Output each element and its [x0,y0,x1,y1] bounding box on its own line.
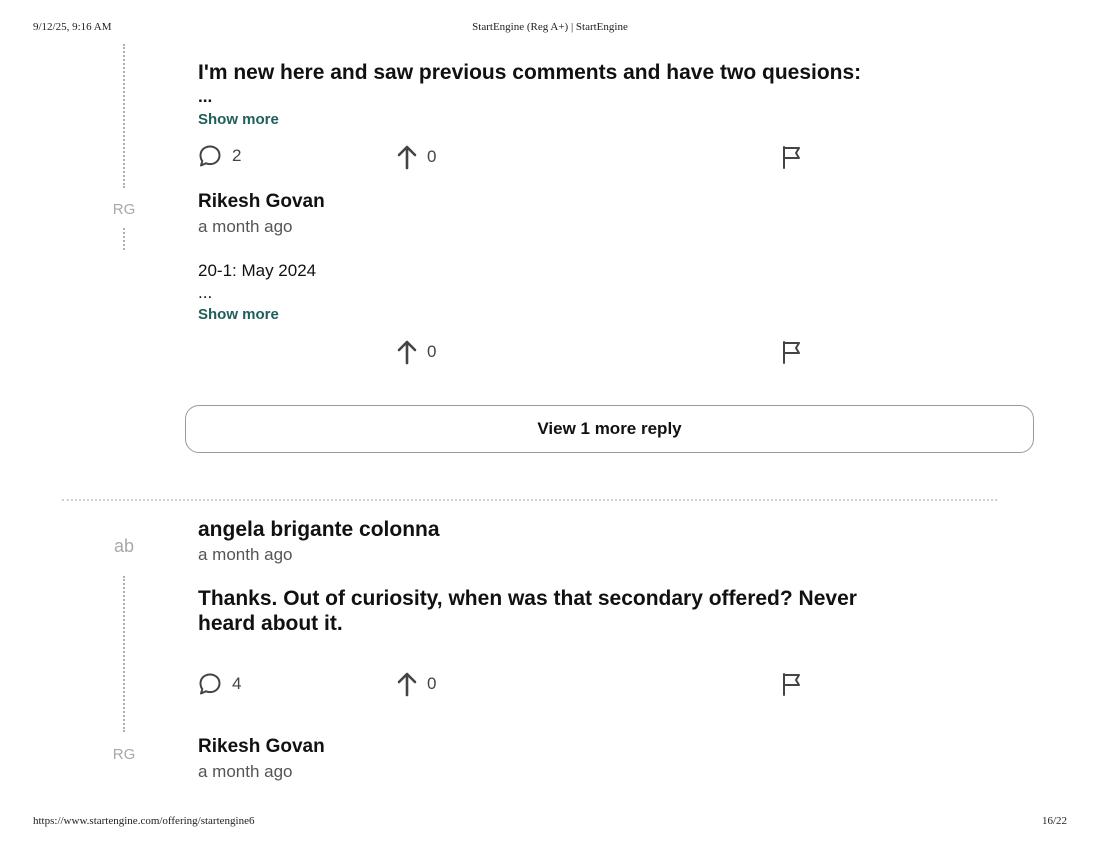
timestamp: a month ago [198,217,293,236]
comment-text-line: Thanks. Out of curiosity, when was that … [198,587,857,610]
upvote-button[interactable]: 0 [397,339,436,365]
comment-ellipsis: ... [198,87,213,106]
speech-bubble-icon [199,145,221,167]
comment-text-line: heard about it. [198,612,343,635]
print-url: https://www.startengine.com/offering/sta… [33,815,255,827]
upvote-button[interactable]: 0 [397,144,436,170]
avatar-initials: ab [113,536,135,556]
flag-icon [783,341,800,364]
reply-count: 4 [232,674,242,693]
upvote-button[interactable]: 0 [397,671,436,697]
avatar-initials: RG [112,746,136,763]
arrow-up-icon [397,340,417,365]
thread-line [123,44,125,188]
reply-count-button[interactable]: 2 [198,144,241,168]
speech-bubble-icon [199,673,221,695]
flag-button[interactable] [781,340,803,364]
upvote-count: 0 [427,147,437,166]
arrow-up-icon [397,145,417,170]
timestamp: a month ago [198,762,293,781]
flag-button[interactable] [781,672,803,696]
timestamp: a month ago [198,545,293,564]
show-more-link[interactable]: Show more [198,111,279,128]
reply-text: 20-1: May 2024 [198,261,317,280]
comment-text: I'm new here and saw previous comments a… [198,61,862,84]
print-page-title: StartEngine (Reg A+) | StartEngine [472,21,628,33]
view-more-replies-button[interactable]: View 1 more reply [185,405,1034,453]
arrow-up-icon [397,672,417,697]
show-more-link[interactable]: Show more [198,306,279,323]
upvote-count: 0 [427,674,437,693]
author-name[interactable]: angela brigante colonna [198,518,440,542]
reply-count: 2 [232,146,242,165]
flag-button[interactable] [781,145,803,169]
author-name[interactable]: Rikesh Govan [198,191,325,213]
reply-count-button[interactable]: 4 [198,672,241,696]
thread-line [123,228,125,250]
author-name[interactable]: Rikesh Govan [198,736,325,758]
reply-ellipsis: ... [198,283,213,302]
print-page-number: 16/22 [1041,815,1067,827]
flag-icon [783,146,800,169]
flag-icon [783,673,800,696]
comment-divider [62,499,997,501]
thread-line [123,576,125,732]
upvote-count: 0 [427,342,437,361]
avatar-initials: RG [112,201,136,218]
